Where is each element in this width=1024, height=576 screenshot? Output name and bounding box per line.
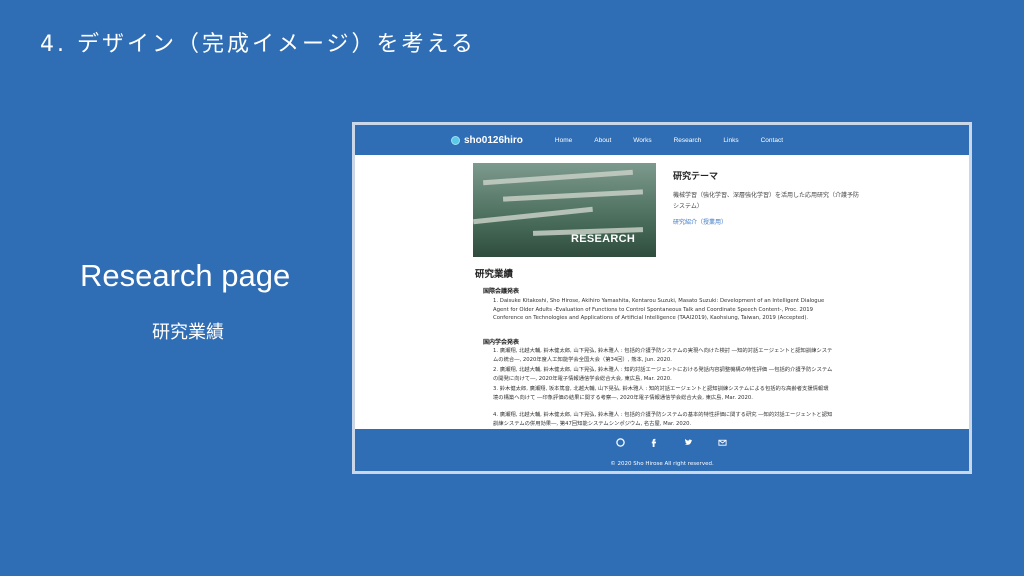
intl-conference-title: 国際会議発表	[483, 288, 520, 295]
research-hero-image: RESEARCH	[473, 163, 656, 257]
research-intro-link[interactable]: 研究紹介（授業用）	[673, 217, 727, 226]
site-footer: © 2020 Sho Hirose All right reserved.	[355, 429, 969, 471]
achievements-title: 研究業績	[475, 269, 514, 280]
domestic-entry: 4. 廣瀬翔, 北越大輔, 鈴木健太郎, 山下晃弘, 鈴木雅人 : 包括的介護予…	[493, 412, 833, 427]
research-theme-title: 研究テーマ	[673, 172, 719, 182]
slide-title: 4. デザイン（完成イメージ）を考える	[40, 32, 476, 57]
nav-about[interactable]: About	[594, 137, 611, 144]
research-page-title: Research page	[80, 258, 291, 293]
twitter-icon[interactable]	[683, 437, 693, 447]
copyright-text: © 2020 Sho Hirose All right reserved.	[610, 461, 714, 467]
nav-research[interactable]: Research	[674, 137, 702, 144]
nav-works[interactable]: Works	[633, 137, 651, 144]
github-icon[interactable]	[615, 437, 625, 447]
domestic-entry: 2. 廣瀬翔, 北越大輔, 鈴木健太郎, 山下晃弘, 鈴木雅人 : 知的対話エー…	[493, 367, 833, 382]
site-brand[interactable]: sho0126hiro	[451, 135, 523, 146]
research-page-subtitle: 研究業績	[152, 322, 224, 343]
domestic-conference-title: 国内学会発表	[483, 339, 520, 346]
hero-label: RESEARCH	[571, 233, 636, 245]
nav-links[interactable]: Links	[723, 137, 738, 144]
domestic-entry: 1. 廣瀬翔, 北越大輔, 鈴木健太郎, 山下晃弘, 鈴木雅人 : 包括的介護予…	[493, 348, 833, 363]
nav-home[interactable]: Home	[555, 137, 572, 144]
domestic-entry: 3. 鈴木健太郎, 廣瀬翔, 坂本篤音, 北越大輔, 山下晃弘, 鈴木雅人 : …	[493, 386, 829, 401]
brand-logo-icon	[451, 135, 460, 145]
nav-contact[interactable]: Contact	[761, 137, 783, 144]
mail-icon[interactable]	[717, 437, 727, 447]
brand-name: sho0126hiro	[464, 134, 523, 146]
research-theme-description: 機械学習（強化学習、深層強化学習）を活用した応用研究（介護予防システム）	[673, 192, 860, 210]
site-content: RESEARCH 研究テーマ 機械学習（強化学習、深層強化学習）を活用した応用研…	[355, 155, 969, 429]
facebook-icon[interactable]	[649, 437, 659, 447]
intl-entry: 1. Daisuke Kitakoshi, Sho Hirose, Akihir…	[493, 298, 825, 321]
website-screenshot: sho0126hiro Home About Works Research Li…	[352, 122, 972, 474]
site-navbar: sho0126hiro Home About Works Research Li…	[355, 125, 969, 155]
